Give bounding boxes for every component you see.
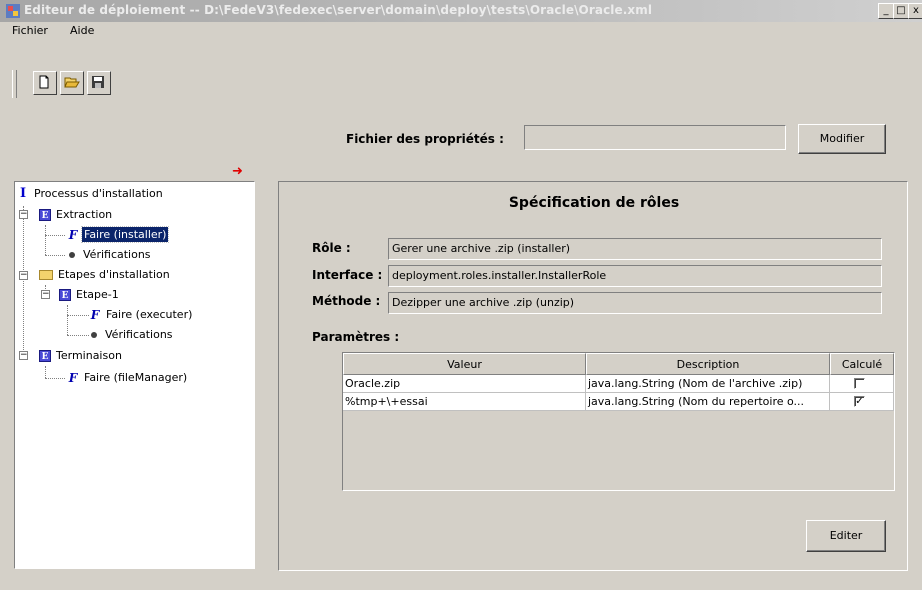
install-badge-icon: I <box>19 186 27 201</box>
menu-bar: Fichier Aide <box>0 22 922 40</box>
save-icon <box>92 76 104 88</box>
modify-button[interactable]: Modifier <box>798 124 886 154</box>
folder-icon <box>39 270 53 280</box>
edit-button[interactable]: Editer <box>806 520 886 552</box>
tree-node-terminaison[interactable]: E Terminaison <box>39 348 124 363</box>
cell-description[interactable]: java.lang.String (Nom de l'archive .zip) <box>586 375 830 393</box>
tree-node-extraction[interactable]: E Extraction <box>39 207 114 222</box>
tree-node-verifications-2[interactable]: Vérifications <box>89 327 175 342</box>
tree-node-label: Processus d'installation <box>34 187 163 200</box>
element-badge-icon: E <box>59 289 71 301</box>
new-file-button[interactable] <box>33 71 57 95</box>
open-folder-icon <box>64 77 80 88</box>
tree-node-verifications-1[interactable]: Vérifications <box>67 247 153 262</box>
method-label: Méthode : <box>312 294 381 308</box>
tree-node-label: Etapes d'installation <box>58 268 170 281</box>
close-button[interactable]: x <box>908 3 922 19</box>
tree-node-install-steps[interactable]: Etapes d'installation <box>39 267 172 282</box>
tree-line <box>45 255 65 256</box>
cell-value[interactable]: Oracle.zip <box>343 375 586 393</box>
interface-label: Interface : <box>312 268 383 282</box>
computed-checkbox[interactable] <box>854 378 865 389</box>
title-bar[interactable]: Editeur de déploiement -- D:\FedeV3\fede… <box>0 0 922 22</box>
tree-node-faire-filemanager[interactable]: F Faire (fileManager) <box>67 370 189 385</box>
toolbar <box>0 40 922 102</box>
tree-node-label: Faire (installer) <box>80 226 170 243</box>
cell-computed <box>830 375 894 393</box>
element-badge-icon: E <box>39 350 51 362</box>
collapse-toggle-icon[interactable]: − <box>19 210 28 219</box>
tree-node-label: Vérifications <box>83 248 151 261</box>
red-arrow-icon: ➜ <box>232 164 243 179</box>
action-badge-icon: F <box>68 228 78 242</box>
tree-node-faire-installer[interactable]: F Faire (installer) <box>67 226 170 243</box>
menu-file[interactable]: Fichier <box>12 24 48 37</box>
tree-line <box>45 225 46 255</box>
window-controls: _ □ x <box>878 3 922 19</box>
collapse-toggle-icon[interactable]: − <box>19 351 28 360</box>
computed-checkbox[interactable]: ✓ <box>854 396 865 407</box>
cell-computed: ✓ <box>830 393 894 411</box>
app-icon <box>6 4 20 18</box>
tree-line <box>67 335 89 336</box>
collapse-toggle-icon[interactable]: − <box>41 290 50 299</box>
properties-file-field[interactable] <box>524 125 786 150</box>
parameters-label: Paramètres : <box>312 330 400 344</box>
menu-help[interactable]: Aide <box>70 24 94 37</box>
role-label: Rôle : <box>312 241 351 255</box>
cell-description[interactable]: java.lang.String (Nom du repertoire o... <box>586 393 830 411</box>
bullet-icon <box>91 331 97 338</box>
maximize-button[interactable]: □ <box>893 3 909 19</box>
collapse-toggle-icon[interactable]: − <box>19 271 28 280</box>
tree-node-faire-executer[interactable]: F Faire (executer) <box>89 307 194 322</box>
tree-line <box>67 305 68 335</box>
action-badge-icon: F <box>68 371 78 385</box>
tree-line <box>45 378 65 379</box>
toolbar-grip[interactable] <box>12 70 17 98</box>
tree-node-label: Extraction <box>56 208 113 221</box>
tree-node-label: Etape-1 <box>76 288 119 301</box>
tree-line <box>45 366 46 378</box>
minimize-button[interactable]: _ <box>878 3 894 19</box>
deployment-editor-window: Editeur de déploiement -- D:\FedeV3\fede… <box>0 0 922 590</box>
tree-line <box>45 235 65 236</box>
tree-node-label: Faire (fileManager) <box>84 371 188 384</box>
interface-field[interactable]: deployment.roles.installer.InstallerRole <box>388 265 882 287</box>
open-file-button[interactable] <box>60 71 84 95</box>
tree-node-label: Faire (executer) <box>106 308 193 321</box>
table-row[interactable]: Oracle.zip java.lang.String (Nom de l'ar… <box>343 375 894 393</box>
column-header-description[interactable]: Description <box>586 353 830 375</box>
window-title: Editeur de déploiement -- D:\FedeV3\fede… <box>24 3 653 17</box>
role-field[interactable]: Gerer une archive .zip (installer) <box>388 238 882 260</box>
role-spec-title: Spécification de rôles <box>508 195 680 211</box>
element-badge-icon: E <box>39 209 51 221</box>
table-row[interactable]: %tmp+\+essai java.lang.String (Nom du re… <box>343 393 894 411</box>
action-badge-icon: F <box>90 308 100 322</box>
cell-value[interactable]: %tmp+\+essai <box>343 393 586 411</box>
parameters-table[interactable]: Valeur Description Calculé Oracle.zip ja… <box>342 352 895 491</box>
tree-node-install-process[interactable]: I Processus d'installation <box>17 186 165 201</box>
column-header-value[interactable]: Valeur <box>343 353 586 375</box>
tree-node-label: Terminaison <box>56 349 122 362</box>
properties-file-label: Fichier des propriétés : <box>346 132 504 146</box>
tree-line <box>67 315 89 316</box>
save-file-button[interactable] <box>87 71 111 95</box>
tree-node-label: Vérifications <box>105 328 173 341</box>
process-tree[interactable]: I Processus d'installation − E Extraction … <box>14 181 255 569</box>
tree-line <box>23 206 24 356</box>
tree-node-etape-1[interactable]: E Etape-1 <box>59 287 121 302</box>
bullet-icon <box>69 251 75 258</box>
method-field[interactable]: Dezipper une archive .zip (unzip) <box>388 292 882 314</box>
new-file-icon <box>39 75 49 89</box>
column-header-computed[interactable]: Calculé <box>830 353 894 375</box>
